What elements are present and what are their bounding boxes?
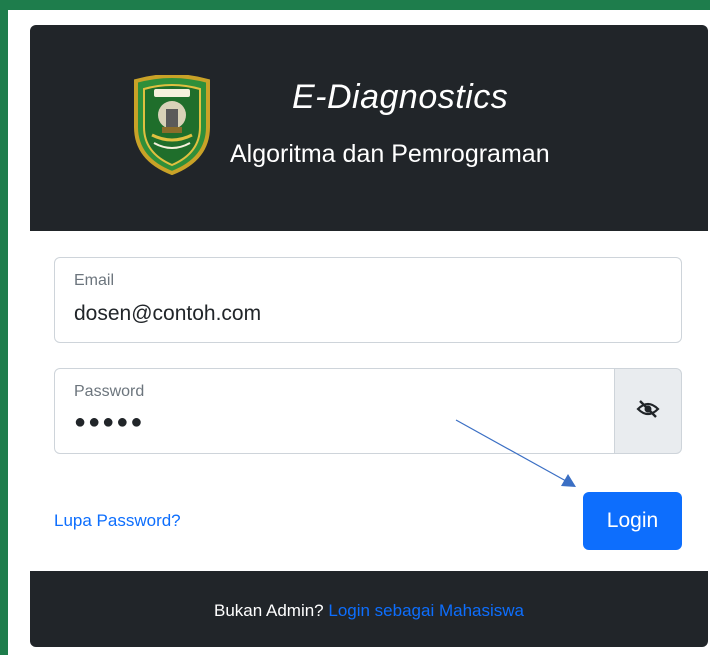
eye-slash-icon <box>636 399 660 424</box>
password-label: Password <box>74 383 145 400</box>
forgot-password-link[interactable]: Lupa Password? <box>54 511 181 531</box>
student-login-link[interactable]: Login sebagai Mahasiswa <box>328 601 524 620</box>
app-subtitle: Algoritma dan Pemrograman <box>230 140 550 168</box>
email-label: Email <box>74 272 115 289</box>
password-value[interactable]: ●●●●● <box>74 411 144 434</box>
regional-emblem-shield-icon <box>130 74 214 176</box>
footer-line: Bukan Admin? Login sebagai Mahasiswa <box>30 601 708 621</box>
card-footer: Bukan Admin? Login sebagai Mahasiswa <box>30 571 708 647</box>
card-header: E-Diagnostics Algoritma dan Pemrograman <box>30 25 708 231</box>
toggle-password-visibility-button[interactable] <box>614 368 682 454</box>
email-value[interactable]: dosen@contoh.com <box>74 302 261 326</box>
login-card: E-Diagnostics Algoritma dan Pemrograman … <box>30 25 708 647</box>
footer-prompt: Bukan Admin? <box>214 601 329 620</box>
app-title: E-Diagnostics <box>292 78 509 116</box>
login-button[interactable]: Login <box>583 492 682 550</box>
password-field[interactable]: Password ●●●●● <box>54 368 615 454</box>
email-field[interactable]: Email dosen@contoh.com <box>54 257 682 343</box>
login-form: Email dosen@contoh.com Password ●●●●● Lu… <box>30 231 708 571</box>
